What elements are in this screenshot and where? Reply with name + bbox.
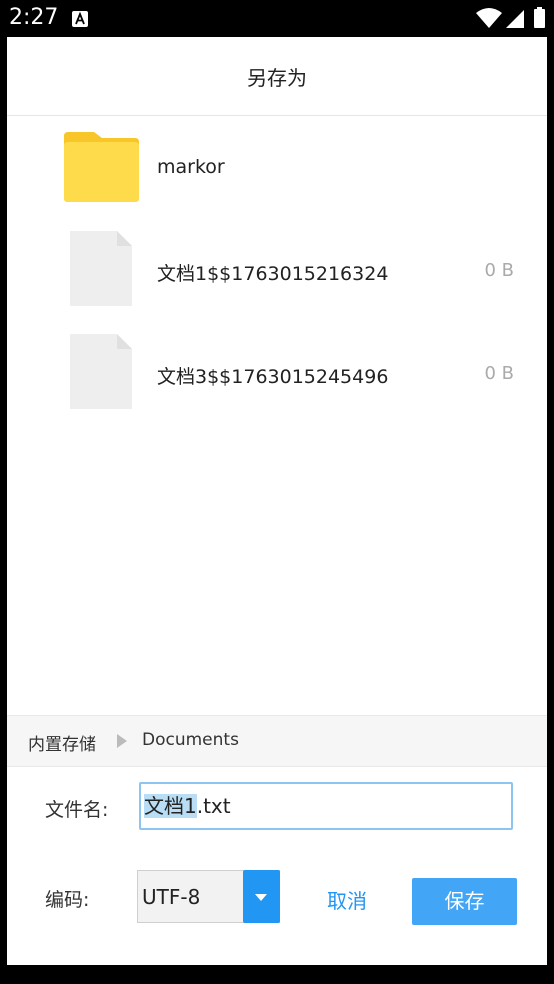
encoding-value: UTF-8 bbox=[142, 885, 201, 909]
save-as-dialog: 另存为 markor 文档1$$1763015216324 0 B 文档3$$1… bbox=[7, 37, 547, 965]
dialog-title: 另存为 bbox=[247, 65, 307, 90]
file-size: 0 B bbox=[484, 363, 514, 384]
breadcrumb-current[interactable]: Documents bbox=[142, 730, 239, 750]
file-name: 文档3$$1763015245496 bbox=[157, 366, 389, 388]
file-size: 0 B bbox=[484, 260, 514, 281]
breadcrumb: 内置存储 Documents bbox=[7, 715, 547, 767]
notification-a-icon bbox=[72, 11, 88, 27]
filename-selected-text: 文档1 bbox=[144, 794, 197, 818]
list-item-file[interactable]: 文档3$$1763015245496 0 B bbox=[7, 322, 547, 425]
chevron-down-icon bbox=[255, 894, 267, 901]
encoding-select[interactable]: UTF-8 bbox=[137, 870, 280, 923]
status-time: 2:27 bbox=[9, 5, 59, 30]
status-icons bbox=[476, 7, 545, 28]
file-name: 文档1$$1763015216324 bbox=[157, 263, 389, 285]
wifi-icon bbox=[476, 8, 502, 28]
breadcrumb-root[interactable]: 内置存储 bbox=[28, 730, 96, 755]
save-button[interactable]: 保存 bbox=[412, 878, 517, 925]
cancel-button[interactable]: 取消 bbox=[307, 878, 387, 924]
file-name: markor bbox=[157, 156, 225, 178]
signal-icon bbox=[506, 10, 524, 28]
filename-extension: .txt bbox=[196, 794, 231, 818]
filename-input[interactable]: 文档1.txt bbox=[139, 782, 513, 830]
list-item-folder-markor[interactable]: markor bbox=[7, 116, 547, 219]
file-icon bbox=[70, 334, 132, 409]
battery-icon bbox=[534, 7, 545, 28]
encoding-label: 编码: bbox=[45, 889, 90, 911]
encoding-dropdown-button[interactable] bbox=[243, 870, 280, 923]
filename-label: 文件名: bbox=[45, 799, 109, 821]
file-icon bbox=[70, 231, 132, 306]
status-bar: 2:27 bbox=[0, 0, 554, 37]
chevron-right-icon bbox=[117, 734, 127, 748]
list-item-file[interactable]: 文档1$$1763015216324 0 B bbox=[7, 219, 547, 322]
folder-icon bbox=[64, 132, 139, 202]
